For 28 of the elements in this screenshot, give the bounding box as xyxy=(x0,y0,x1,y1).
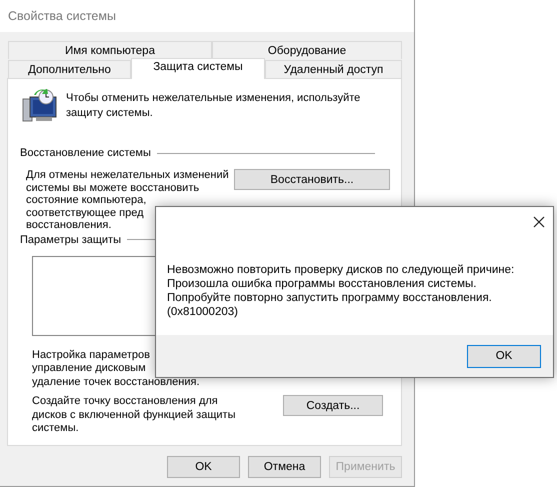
description-line: Для отмены нежелательных изменений xyxy=(26,169,229,182)
section-title: Параметры защиты xyxy=(20,234,121,246)
dialog-button[interactable]: Отмена xyxy=(248,456,321,478)
description-line: восстановления. xyxy=(26,219,112,232)
description-line: Настройка параметров xyxy=(32,348,151,362)
error-message-line: Попробуйте повторно запустить программу восстановления. xyxy=(167,291,493,305)
ok-button[interactable]: OK xyxy=(467,344,541,368)
description-text: Создайте точку восстановления для дисков с включенной функцией защиты системы. xyxy=(32,395,236,436)
description-line: состояние компьютера, xyxy=(26,194,148,207)
close-icon[interactable] xyxy=(533,216,545,228)
description-text: Чтобы отменить нежелательные изменения, используйте защиту системы. xyxy=(66,91,361,121)
tab[interactable]: Дополнительно xyxy=(8,60,131,78)
tab[interactable]: Имя компьютера xyxy=(8,41,212,59)
create-button[interactable]: Создать... xyxy=(283,395,383,416)
dialog-button[interactable]: OK xyxy=(167,456,240,478)
error-message-line: Произошла ошибка программы восстановления системы. xyxy=(167,277,478,291)
tab[interactable]: Удаленный доступ xyxy=(265,60,402,78)
error-message-line: (0x81000203) xyxy=(167,305,239,319)
description-line: управление дисковым xyxy=(32,362,147,376)
description-line: соответствующее пред xyxy=(26,206,145,220)
restore-button[interactable]: Восстановить... xyxy=(234,169,390,190)
error-message-line: Невозможно повторить проверку дисков по следующей причине: xyxy=(167,263,516,277)
description-line: удаление точек восстановления. xyxy=(32,376,201,390)
description-line: системы вы можете восстановить xyxy=(26,182,200,194)
tab[interactable]: Защита системы xyxy=(131,58,265,79)
section-title: Восстановление системы xyxy=(20,147,151,159)
window-title: Свойства системы xyxy=(8,9,116,23)
tab[interactable]: Оборудование xyxy=(212,41,402,59)
